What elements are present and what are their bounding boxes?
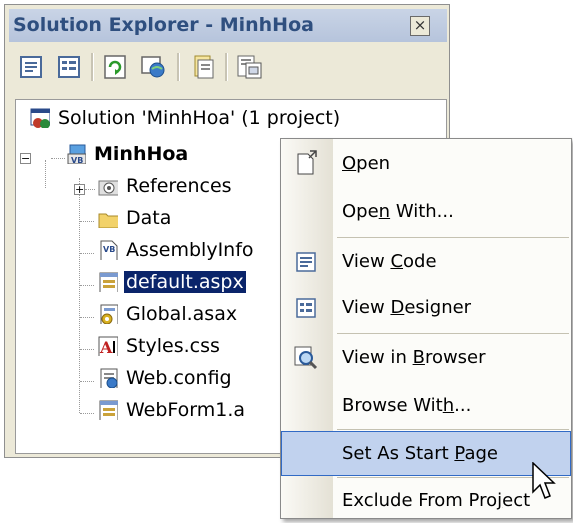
expand-toggle[interactable]: + [74,184,85,195]
references-folder-icon [98,180,118,196]
tree-connector [51,158,65,159]
tree-connector [45,160,46,188]
properties-icon [20,56,42,78]
view-code-icon [194,55,214,79]
menu-separator [337,429,569,430]
tree-connector [80,381,94,382]
menu-item-exclude-from-project[interactable]: Exclude From Project [281,478,571,523]
solution-icon [30,108,50,128]
menu-item-open[interactable]: Open [281,141,571,186]
menu-separator [337,333,569,334]
show-all-files-icon [58,56,80,78]
menu-item-view-in-browser[interactable]: View in Browser [281,335,571,380]
vb-file-icon: VB [100,240,118,260]
browser-magnifier-icon [294,346,318,370]
view-designer-icon [296,298,316,318]
folder-icon [98,213,118,228]
collapse-toggle[interactable]: − [20,153,31,164]
title-bar[interactable]: Solution Explorer - MinhHoa × [9,9,447,42]
config-file-icon [100,368,118,388]
tree-connector [80,285,94,286]
tree-connector [80,253,94,254]
toolbar-separator [225,53,228,81]
aspx-file-icon [99,400,118,420]
open-icon [297,150,317,175]
menu-item-label: Open With... [342,201,454,222]
view-designer-button[interactable] [235,53,263,81]
tree-item-label: AssemblyInfo [126,239,254,261]
menu-item-view-designer[interactable]: View Designer [281,285,571,330]
properties-button[interactable] [17,53,45,81]
copy-website-icon [141,56,165,78]
tree-item-label: Web.config [126,367,232,389]
menu-item-set-as-start-page[interactable]: Set As Start Page [281,431,571,476]
context-menu: Open Open With... View Code View Designe… [280,138,572,519]
tree-connector [79,178,80,378]
copy-website-button[interactable] [139,53,167,81]
solution-label: Solution 'MinhHoa' (1 project) [58,107,341,129]
toolbar-separator [91,53,94,81]
menu-item-label: View in Browser [342,347,486,368]
refresh-button[interactable] [101,53,129,81]
menu-item-label: Open [342,153,391,174]
menu-item-label: View Code [342,251,437,272]
tree-item-label: Data [126,207,172,229]
menu-item-browse-with[interactable]: Browse With... [281,383,571,428]
aspx-file-icon [99,272,118,292]
tree-connector [80,413,94,414]
project-label: MinhHoa [94,143,189,165]
tree-connector [80,349,94,350]
menu-item-view-code[interactable]: View Code [281,239,571,284]
view-designer-icon [237,55,262,79]
toolbar-separator [177,53,180,81]
tree-item-label: Styles.css [126,335,220,357]
menu-item-label: Exclude From Project [342,490,531,511]
show-all-files-button[interactable] [55,53,83,81]
tree-connector [80,317,94,318]
toolbar [11,45,447,91]
menu-separator [337,237,569,238]
view-code-icon [296,252,316,272]
vb-project-icon: VB [67,144,86,164]
view-code-button[interactable] [189,53,217,81]
css-file-icon: A [98,336,118,356]
tree-item-label: WebForm1.a [126,399,246,421]
menu-item-label: View Designer [342,297,472,318]
tree-item-label: Global.asax [126,303,238,325]
svg-text:A: A [99,338,113,356]
menu-item-open-with[interactable]: Open With... [281,189,571,234]
global-asax-icon [100,304,118,324]
tree-connector [85,189,95,190]
menu-item-label: Set As Start Page [342,443,498,464]
refresh-icon [104,55,126,79]
mouse-pointer-icon [532,462,556,499]
window-title: Solution Explorer - MinhHoa [13,14,314,36]
tree-connector [79,380,80,413]
tree-connector [80,221,94,222]
menu-item-label: Browse With... [342,395,472,416]
close-button[interactable]: × [410,16,430,36]
tree-item-label: References [126,175,232,197]
svg-text:VB: VB [103,245,115,254]
svg-text:VB: VB [71,156,83,164]
tree-item-label: default.aspx [124,271,246,293]
